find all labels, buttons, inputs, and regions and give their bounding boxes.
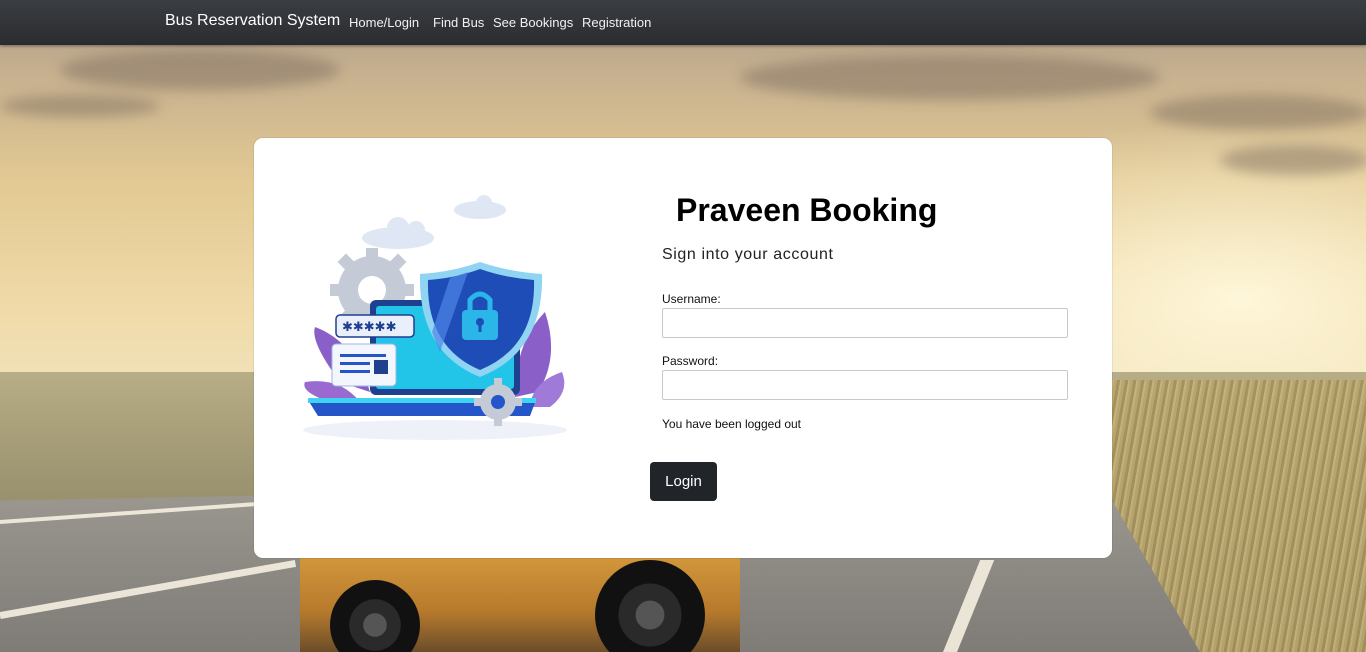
navbar-brand[interactable]: Bus Reservation System [165,12,340,30]
svg-text:✱✱✱✱✱: ✱✱✱✱✱ [342,320,396,335]
password-label: Password: [662,354,719,368]
password-input[interactable] [662,370,1068,400]
logout-status-message: You have been logged out [662,417,802,431]
cloud-shape [1220,145,1366,175]
cloud-shape [1150,95,1366,130]
navbar: Bus Reservation System Home/Login Find B… [0,0,1366,45]
cloud-shape [740,55,1160,100]
page-title: Praveen Booking [676,192,938,228]
nav-link-see-bookings[interactable]: See Bookings [493,15,573,30]
username-input[interactable] [662,308,1068,338]
nav-link-home-login[interactable]: Home/Login [349,15,419,30]
cloud-shape [60,50,340,90]
login-card: ✱✱✱✱✱ Praveen Booking Sign into your acc… [254,138,1112,558]
cloud-icon [362,195,506,249]
security-laptop-illustration: ✱✱✱✱✱ [303,195,567,440]
cloud-shape [0,95,160,117]
nav-link-find-bus[interactable]: Find Bus [433,15,484,30]
sign-in-subtitle: Sign into your account [662,246,834,263]
username-label: Username: [662,292,721,306]
nav-link-registration[interactable]: Registration [582,15,651,30]
login-button[interactable]: Login [650,462,717,501]
